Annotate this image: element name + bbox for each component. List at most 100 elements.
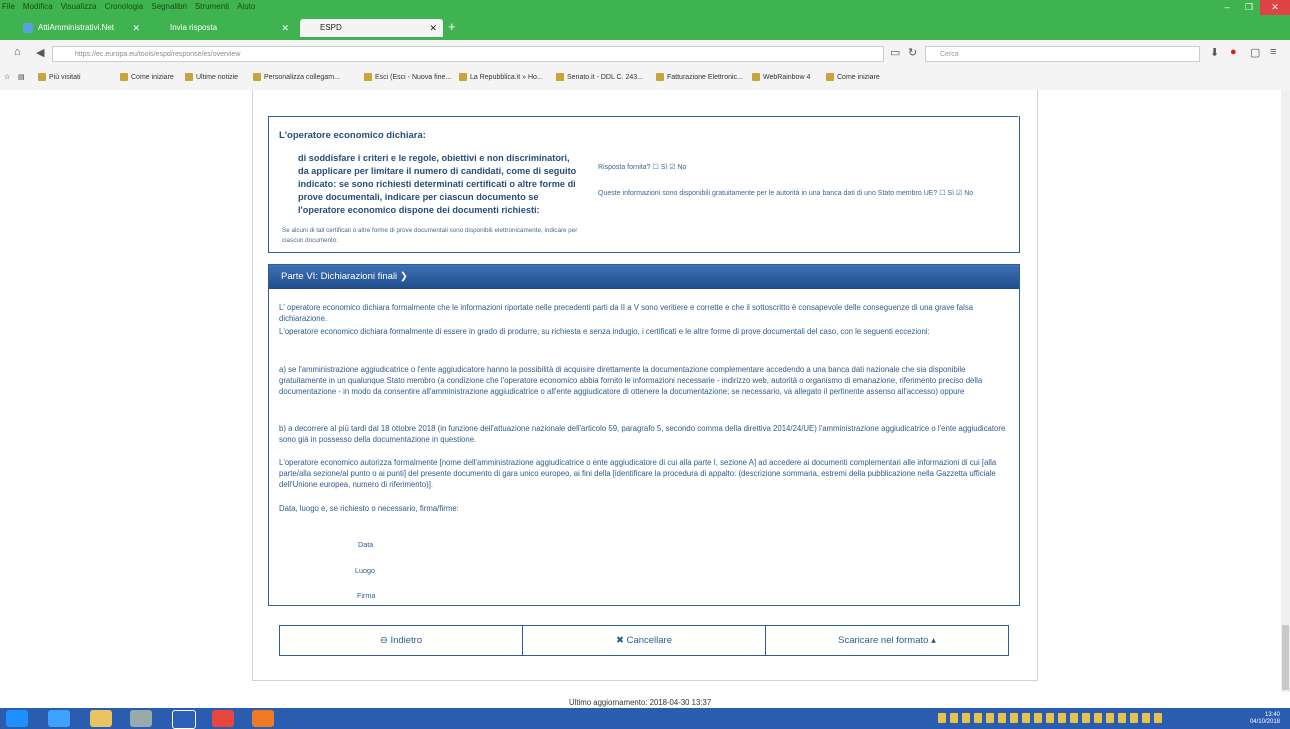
bookmark-item[interactable]: Esci (Esci - Nuova fine...: [364, 73, 451, 81]
action-buttons: ⊖ Indietro ✖ Cancellare Scaricare nel fo…: [279, 625, 1009, 656]
declaration-paragraph: L'operatore economico autorizza formalme…: [279, 458, 997, 490]
bookmark-label: Fatturazione Elettronic...: [667, 73, 743, 81]
section-panel-border: [268, 116, 1018, 117]
globe-icon: [826, 73, 834, 81]
tab-attiamministrativi[interactable]: AttiAmministrativi.Net ✕: [18, 19, 146, 37]
bookmarks-menu-icon[interactable]: ▤: [18, 73, 25, 81]
cancel-button[interactable]: ✖ Cancellare: [523, 626, 766, 655]
firefox-icon[interactable]: [252, 710, 274, 727]
declaration-paragraph: a) se l'amministrazione aggiudicatrice o…: [279, 365, 983, 397]
globe-icon: [656, 73, 664, 81]
section-heading: L'operatore economico dichiara:: [279, 130, 426, 141]
declaration-paragraph: L'operatore economico dichiara formalmen…: [279, 327, 930, 336]
menu-bar: File Modifica Visualizza Cronologia Segn…: [2, 2, 255, 11]
bookmark-item[interactable]: Personalizza collegam...: [253, 73, 340, 81]
ie-icon[interactable]: [48, 710, 70, 727]
tab-close-icon[interactable]: ✕: [281, 19, 289, 37]
tab-label: AttiAmministrativi.Net: [38, 23, 115, 32]
folder-icon: [38, 73, 46, 81]
tab-bar: AttiAmministrativi.Net ✕ Invia risposta …: [0, 15, 1290, 40]
bookmark-item[interactable]: Ultime notizie: [185, 73, 238, 81]
signature-label: Firma: [357, 591, 376, 600]
url-bar[interactable]: https://ec.europa.eu/tools/espd/response…: [52, 46, 884, 62]
search-input[interactable]: Cerca: [925, 46, 1200, 62]
reload-icon[interactable]: ↻: [908, 46, 917, 59]
criteria-text: di soddisfare i criteri e le regole, obi…: [298, 153, 577, 215]
clock[interactable]: 13:40 04/10/2018: [1250, 712, 1280, 726]
bookmark-label: Senato.it - DDL C. 243...: [567, 73, 643, 81]
back-button[interactable]: ⊖ Indietro: [280, 626, 523, 655]
minimize-icon[interactable]: –: [1216, 0, 1238, 15]
home-icon[interactable]: ⌂: [14, 46, 21, 58]
close-icon[interactable]: ✕: [1260, 0, 1290, 15]
final-declarations-header[interactable]: Parte VI: Dichiarazioni finali ❯: [269, 265, 1019, 289]
menu-aiuto[interactable]: Aiuto: [237, 2, 255, 11]
sidebar-icon[interactable]: ▢: [1250, 46, 1260, 59]
window-titlebar: File Modifica Visualizza Cronologia Segn…: [0, 0, 1290, 15]
bookmark-label: Come iniziare: [131, 73, 174, 81]
menu-segnalibri[interactable]: Segnalibri: [151, 2, 187, 11]
scrollbar[interactable]: [1281, 90, 1290, 692]
bookmark-item[interactable]: Fatturazione Elettronic...: [656, 73, 743, 81]
bookmark-label: WebRainbow 4: [763, 73, 811, 81]
bookmarks-bar: ☆ ▤ Più visitati Come iniziare Ultime no…: [0, 68, 1290, 91]
menu-strumenti[interactable]: Strumenti: [195, 2, 229, 11]
bookmark-label: Come iniziare: [837, 73, 880, 81]
database-info: Queste informazioni sono disponibili gra…: [598, 190, 974, 197]
menu-visualizza[interactable]: Visualizza: [61, 2, 97, 11]
download-icon[interactable]: ⬇: [1210, 46, 1219, 59]
menu-cronologia[interactable]: Cronologia: [105, 2, 144, 11]
tab-close-icon[interactable]: ✕: [132, 19, 140, 37]
word-icon[interactable]: [172, 710, 196, 729]
bookmark-item[interactable]: WebRainbow 4: [752, 73, 810, 81]
bookmark-item[interactable]: La Repubblica.it » Ho...: [459, 73, 543, 81]
download-format-button[interactable]: Scaricare nel formato ▴: [766, 626, 1008, 655]
chevron-down-icon: ❯: [399, 271, 408, 282]
clock-time: 13:40: [1264, 712, 1280, 718]
bookmark-item[interactable]: Come iniziare: [120, 73, 174, 81]
reader-view-icon[interactable]: ▭: [890, 46, 900, 59]
globe-icon: [253, 73, 261, 81]
bookmark-item[interactable]: Senato.it - DDL C. 243...: [556, 73, 643, 81]
news-icon: [459, 73, 467, 81]
back-arrow-icon[interactable]: ◀: [36, 46, 44, 59]
panel-title: Parte VI: Dichiarazioni finali: [281, 271, 398, 282]
start-icon[interactable]: [6, 710, 28, 727]
hamburger-menu-icon[interactable]: ≡: [1270, 46, 1276, 58]
globe-icon: [120, 73, 128, 81]
new-tab-button[interactable]: +: [448, 19, 456, 34]
declaration-paragraph: Data, luogo e, se richiesto o necessario…: [279, 504, 459, 513]
bookmark-label: Esci (Esci - Nuova fine...: [375, 73, 452, 81]
chrome-icon[interactable]: [212, 710, 234, 727]
tab-label: Invia risposta: [170, 23, 218, 32]
rainbow-icon: [752, 73, 760, 81]
menu-modifica[interactable]: Modifica: [23, 2, 53, 11]
app-icon[interactable]: [130, 710, 152, 727]
bookmark-item[interactable]: Più visitati: [38, 73, 81, 81]
date-label: Data: [358, 540, 374, 549]
electronic-docs-text: Se alcuni di tali certificati o altre fo…: [282, 227, 578, 244]
star-icon[interactable]: ☆: [4, 73, 10, 81]
declaration-paragraph: L' operatore economico dichiara formalme…: [279, 303, 974, 324]
place-label: Luogo: [355, 566, 375, 575]
folder-icon: [185, 73, 193, 81]
navigation-bar: ⌂ ◀ https://ec.europa.eu/tools/espd/resp…: [0, 40, 1290, 69]
bookmark-item[interactable]: Come iniziare: [826, 73, 880, 81]
menu-file[interactable]: File: [2, 2, 15, 11]
bookmark-label: Personalizza collegam...: [264, 73, 340, 81]
maximize-icon[interactable]: ❐: [1238, 0, 1260, 15]
folder-icon: [556, 73, 564, 81]
tab-label: ESPD: [320, 23, 342, 32]
scrollbar-thumb[interactable]: [1282, 625, 1289, 690]
explorer-icon[interactable]: [90, 710, 112, 727]
windows-taskbar: 13:40 04/10/2018: [0, 708, 1290, 729]
tab-invia-risposta[interactable]: Invia risposta ✕: [150, 19, 295, 37]
bookmark-label: Ultime notizie: [196, 73, 239, 81]
tab-espd[interactable]: ESPD ✕: [300, 19, 443, 37]
answer-given: Risposta fornita? ☐ Sì ☑ No: [598, 164, 687, 171]
tab-favicon-icon: [23, 23, 33, 33]
bookmark-label: La Repubblica.it » Ho...: [470, 73, 543, 81]
clock-date: 04/10/2018: [1249, 719, 1280, 725]
tab-close-icon[interactable]: ✕: [429, 19, 437, 37]
addon-icon[interactable]: ●: [1230, 46, 1237, 58]
